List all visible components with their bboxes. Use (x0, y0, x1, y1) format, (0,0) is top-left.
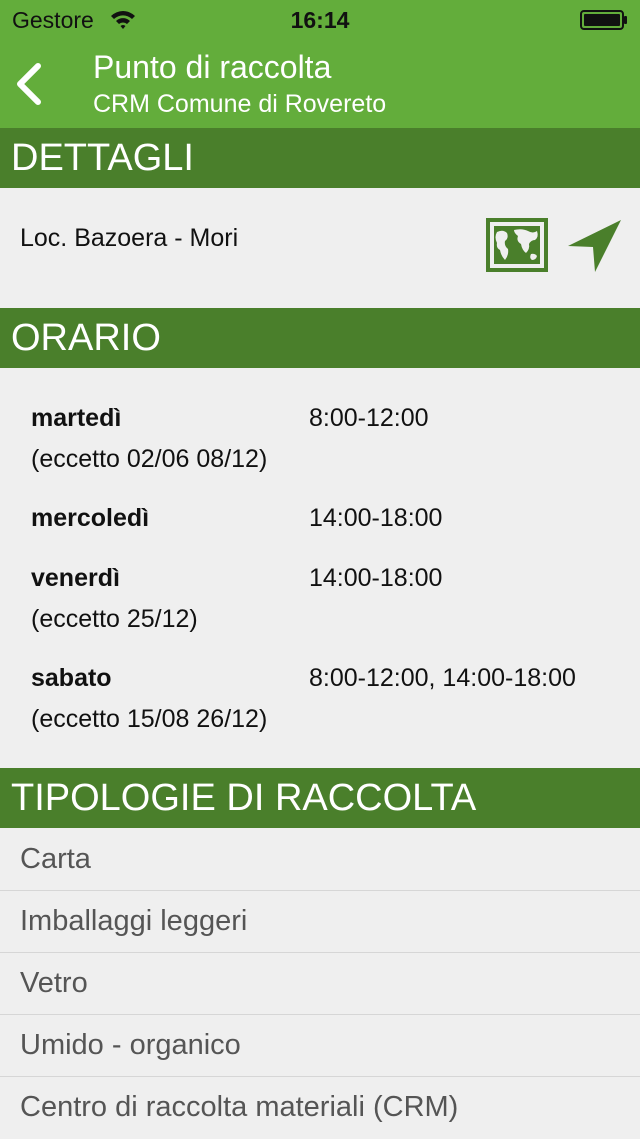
section-header-details: DETTAGLI (0, 128, 640, 188)
list-item-label: Vetro (20, 967, 88, 999)
navigate-arrow-icon[interactable] (566, 218, 622, 274)
list-item-label: Umido - organico (20, 1029, 241, 1061)
list-item[interactable]: Vetro (0, 953, 640, 1015)
list-item-label: Carta (20, 843, 91, 875)
section-header-hours: ORARIO (0, 308, 640, 368)
list-item[interactable]: Umido - organico (0, 1015, 640, 1077)
schedule-day: mercoledì (31, 504, 150, 532)
status-bar: Gestore 16:14 (0, 0, 640, 40)
schedule-exception: (eccetto 25/12) (31, 605, 198, 633)
schedule-hours: 8:00-12:00, 14:00-18:00 (309, 664, 576, 692)
map-icon[interactable] (486, 218, 548, 272)
page-subtitle: CRM Comune di Rovereto (93, 90, 387, 118)
schedule-exception: (eccetto 02/06 08/12) (31, 445, 268, 473)
schedule-day: sabato (31, 664, 112, 692)
battery-icon (580, 10, 627, 30)
list-item-label: Centro di raccolta materiali (CRM) (20, 1091, 459, 1123)
list-item[interactable]: Carta (0, 829, 640, 891)
clock: 16:14 (290, 7, 350, 33)
schedule-hours: 14:00-18:00 (309, 564, 443, 592)
schedule-hours: 8:00-12:00 (309, 404, 429, 432)
section-header-types: TIPOLOGIE DI RACCOLTA (0, 768, 640, 828)
schedule-day: martedì (31, 404, 122, 432)
schedule-exception: (eccetto 15/08 26/12) (31, 705, 268, 733)
navigation-bar: Punto di raccolta CRM Comune di Rovereto (0, 40, 640, 128)
list-item[interactable]: Imballaggi leggeri (0, 891, 640, 953)
list-item[interactable]: Centro di raccolta materiali (CRM) (0, 1077, 640, 1139)
back-button[interactable] (8, 56, 56, 112)
schedule-day: venerdì (31, 564, 120, 592)
list-item-label: Imballaggi leggeri (20, 905, 248, 937)
address-text: Loc. Bazoera - Mori (20, 224, 239, 252)
page-title: Punto di raccolta (93, 49, 332, 85)
schedule-hours: 14:00-18:00 (309, 504, 443, 532)
